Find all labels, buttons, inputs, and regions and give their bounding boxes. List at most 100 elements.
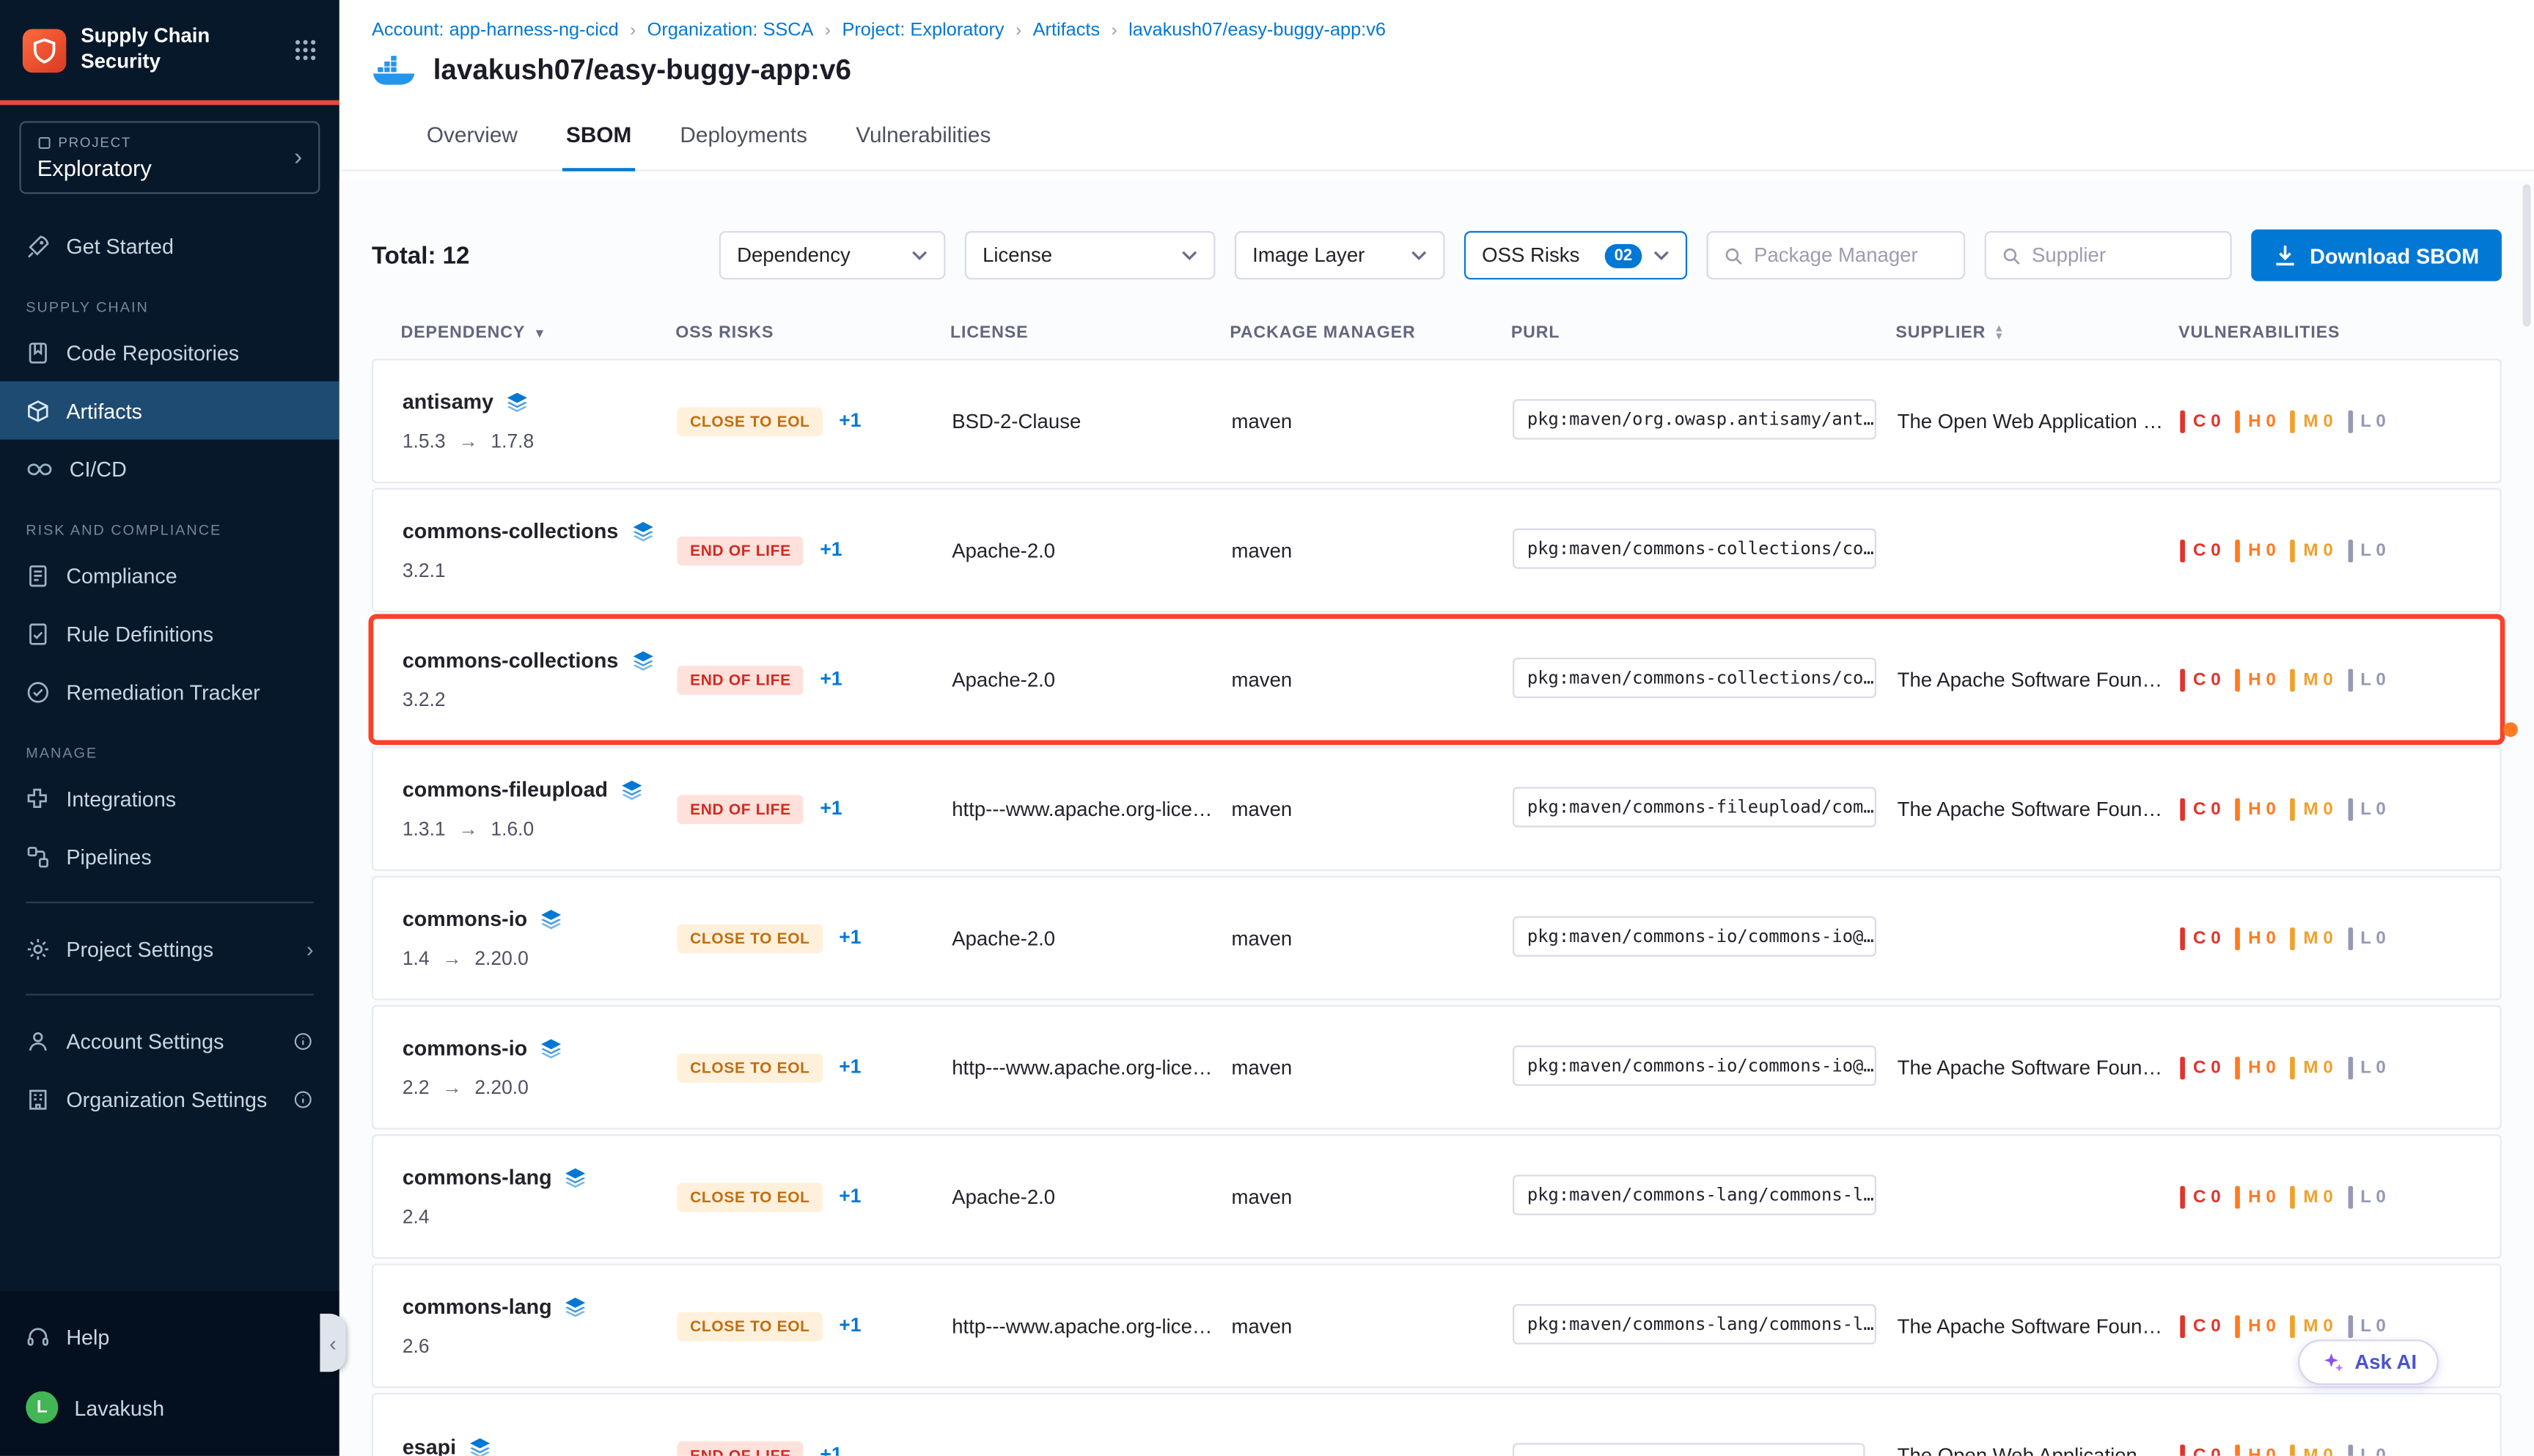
purl-value[interactable]: pkg:maven/commons-fileupload/com… bbox=[1513, 786, 1876, 826]
breadcrumb-organization[interactable]: Organization: SSCA bbox=[647, 21, 814, 40]
purl-value[interactable] bbox=[1513, 1443, 1865, 1456]
project-selector[interactable]: PROJECT Exploratory › bbox=[19, 121, 320, 194]
oss-risks-filter-dropdown[interactable]: OSS Risks 02 bbox=[1464, 231, 1687, 279]
main-panel: Account: app-harness-ng-cicd › Organizat… bbox=[339, 0, 2534, 1456]
purl-value[interactable]: pkg:maven/commons-lang/commons-l… bbox=[1513, 1304, 1876, 1344]
breadcrumb-separator: › bbox=[630, 21, 636, 40]
more-risks-link[interactable]: +1 bbox=[839, 925, 861, 948]
table-body: antisamy 1.5.3→1.7.8 CLOSE TO EOL+1 BSD-… bbox=[372, 359, 2502, 1456]
user-icon bbox=[26, 1029, 50, 1053]
table-row-antisamy[interactable]: antisamy 1.5.3→1.7.8 CLOSE TO EOL+1 BSD-… bbox=[372, 359, 2502, 483]
supplier-cell: The Apache Software Foun… bbox=[1898, 798, 2181, 820]
purl-value[interactable]: pkg:maven/org.owasp.antisamy/ant… bbox=[1513, 398, 1876, 438]
sidebar-item-project-settings[interactable]: Project Settings › bbox=[0, 919, 339, 977]
search-icon bbox=[1725, 245, 1743, 266]
sidebar-item-organization-settings[interactable]: Organization Settings bbox=[0, 1070, 339, 1128]
breadcrumb-artifacts[interactable]: Artifacts bbox=[1033, 21, 1101, 40]
tab-deployments[interactable]: Deployments bbox=[677, 106, 810, 169]
more-risks-link[interactable]: +1 bbox=[839, 1184, 861, 1207]
more-risks-link[interactable]: +1 bbox=[839, 1054, 861, 1077]
vulnerabilities-cell: C 0 H 0 M 0 L 0 bbox=[2180, 1444, 2500, 1456]
tab-sbom[interactable]: SBOM bbox=[563, 106, 635, 171]
package-manager-cell: maven bbox=[1232, 410, 1513, 433]
sidebar-collapse-handle[interactable]: ‹ bbox=[320, 1314, 345, 1372]
help-button[interactable]: Help bbox=[0, 1307, 339, 1365]
license-cell: Apache-2.0 bbox=[952, 539, 1231, 562]
purl-value[interactable]: pkg:maven/commons-lang/commons-l… bbox=[1513, 1174, 1876, 1214]
sidebar-item-artifacts[interactable]: Artifacts bbox=[0, 381, 339, 439]
docker-icon bbox=[372, 54, 417, 87]
sidebar-item-compliance[interactable]: Compliance bbox=[0, 546, 339, 604]
breadcrumb-separator: › bbox=[1016, 21, 1021, 40]
sort-both-icon[interactable]: ▲▼ bbox=[1994, 324, 2005, 342]
avatar: L bbox=[26, 1391, 58, 1424]
package-manager-cell: maven bbox=[1232, 798, 1513, 820]
scrollbar-thumb[interactable] bbox=[2523, 184, 2531, 326]
breadcrumb: Account: app-harness-ng-cicd › Organizat… bbox=[339, 0, 2534, 40]
package-manager-search bbox=[1707, 231, 1966, 279]
table-row-commons-lang-26[interactable]: commons-lang 2.6 CLOSE TO EOL+1 http---w… bbox=[372, 1264, 2502, 1389]
license-filter-dropdown[interactable]: License bbox=[965, 231, 1216, 279]
arrow-right-icon: → bbox=[458, 430, 477, 452]
risk-badge: CLOSE TO EOL bbox=[677, 1053, 823, 1082]
sidebar-item-account-settings[interactable]: Account Settings bbox=[0, 1012, 339, 1070]
sidebar-item-integrations[interactable]: Integrations bbox=[0, 769, 339, 827]
more-risks-link[interactable]: +1 bbox=[820, 796, 842, 819]
divider bbox=[26, 994, 313, 996]
chevron-down-icon bbox=[1653, 251, 1670, 260]
vulnerabilities-cell: C 0 H 0 M 0 L 0 bbox=[2180, 798, 2500, 820]
toolbar: Total: 12 Dependency License Image Layer… bbox=[372, 229, 2502, 282]
package-manager-input[interactable] bbox=[1754, 244, 1947, 267]
purl-value[interactable]: pkg:maven/commons-io/commons-io@… bbox=[1513, 1045, 1876, 1085]
more-risks-link[interactable]: +1 bbox=[820, 1442, 842, 1456]
purl-value[interactable]: pkg:maven/commons-collections/co… bbox=[1513, 657, 1876, 697]
sidebar-item-rule-definitions[interactable]: Rule Definitions bbox=[0, 604, 339, 662]
risk-badge: CLOSE TO EOL bbox=[677, 406, 823, 435]
sidebar-item-cicd[interactable]: CI/CD bbox=[0, 440, 339, 498]
package-manager-cell: maven bbox=[1232, 539, 1513, 562]
user-menu[interactable]: L Lavakush bbox=[0, 1378, 339, 1436]
rules-icon bbox=[26, 621, 50, 645]
table-row-commons-lang-24[interactable]: commons-lang 2.4 CLOSE TO EOL+1 Apache-2… bbox=[372, 1134, 2502, 1259]
image-layer-filter-dropdown[interactable]: Image Layer bbox=[1235, 231, 1445, 279]
supplier-search bbox=[1985, 231, 2232, 279]
column-vulnerabilities: VULNERABILITIES bbox=[2178, 323, 2502, 342]
supplier-input[interactable] bbox=[2032, 244, 2214, 267]
ask-ai-button[interactable]: Ask AI bbox=[2298, 1339, 2439, 1385]
table-row-esapi[interactable]: esapi END OF LIFE+1 The Open Web Applica… bbox=[372, 1393, 2502, 1456]
purl-value[interactable]: pkg:maven/commons-io/commons-io@… bbox=[1513, 916, 1876, 956]
more-risks-link[interactable]: +1 bbox=[820, 537, 842, 560]
tab-overview[interactable]: Overview bbox=[423, 106, 521, 169]
risk-badge: END OF LIFE bbox=[677, 1441, 804, 1456]
repository-icon bbox=[26, 340, 50, 364]
more-risks-link[interactable]: +1 bbox=[820, 666, 842, 689]
table-row-commons-fileupload[interactable]: commons-fileupload 1.3.1→1.6.0 END OF LI… bbox=[372, 746, 2502, 871]
sidebar-item-remediation-tracker[interactable]: Remediation Tracker bbox=[0, 663, 339, 721]
package-icon bbox=[26, 398, 50, 422]
table-row-commons-io-22[interactable]: commons-io 2.2→2.20.0 CLOSE TO EOL+1 htt… bbox=[372, 1005, 2502, 1130]
package-manager-cell: maven bbox=[1232, 1185, 1513, 1208]
column-supplier[interactable]: SUPPLIER ▲▼ bbox=[1895, 323, 2178, 342]
sidebar-item-pipelines[interactable]: Pipelines bbox=[0, 827, 339, 885]
breadcrumb-project[interactable]: Project: Exploratory bbox=[842, 21, 1004, 40]
more-risks-link[interactable]: +1 bbox=[839, 408, 861, 431]
download-sbom-button[interactable]: Download SBOM bbox=[2252, 229, 2502, 282]
more-risks-link[interactable]: +1 bbox=[839, 1313, 861, 1336]
sbom-content: Total: 12 Dependency License Image Layer… bbox=[339, 180, 2534, 1456]
sidebar-item-get-started[interactable]: Get Started bbox=[0, 216, 339, 274]
purl-value[interactable]: pkg:maven/commons-collections/co… bbox=[1513, 528, 1876, 568]
tab-vulnerabilities[interactable]: Vulnerabilities bbox=[853, 106, 994, 169]
table-row-commons-collections-321[interactable]: commons-collections 3.2.1 END OF LIFE+1 … bbox=[372, 488, 2502, 613]
table-row-commons-io-14[interactable]: commons-io 1.4→2.20.0 CLOSE TO EOL+1 Apa… bbox=[372, 876, 2502, 1001]
vulnerabilities-cell: C 0 H 0 M 0 L 0 bbox=[2180, 668, 2500, 691]
sidebar: Supply Chain Security PROJECT Explorator… bbox=[0, 0, 339, 1456]
breadcrumb-separator: › bbox=[825, 21, 831, 40]
column-dependency[interactable]: DEPENDENCY ▼ bbox=[372, 323, 675, 342]
dependency-filter-dropdown[interactable]: Dependency bbox=[719, 231, 946, 279]
breadcrumb-account[interactable]: Account: app-harness-ng-cicd bbox=[372, 21, 619, 40]
sidebar-item-code-repositories[interactable]: Code Repositories bbox=[0, 323, 339, 381]
chevron-right-icon: › bbox=[294, 145, 302, 169]
breadcrumb-current[interactable]: lavakush07/easy-buggy-app:v6 bbox=[1128, 21, 1386, 40]
module-switcher-icon[interactable] bbox=[294, 39, 317, 62]
table-row-commons-collections-322-highlighted[interactable]: commons-collections 3.2.2 END OF LIFE+1 … bbox=[372, 617, 2502, 742]
